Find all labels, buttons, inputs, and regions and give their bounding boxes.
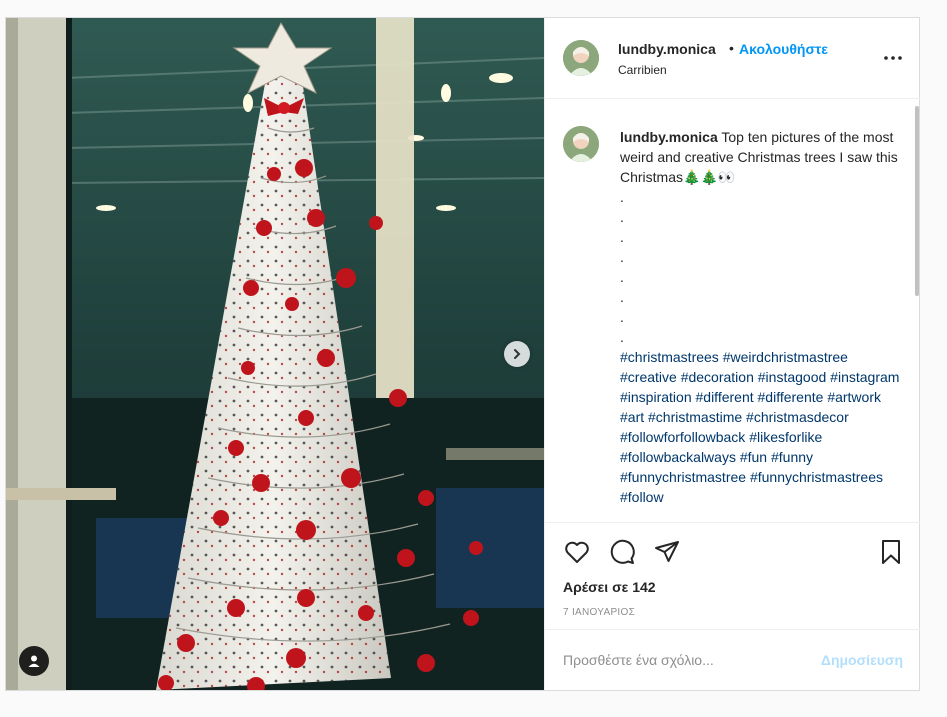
profile-photo-icon [563, 40, 599, 76]
caption-dot: . [620, 329, 624, 345]
hashtag-link[interactable]: #art [620, 409, 644, 425]
share-button[interactable] [653, 538, 681, 566]
hashtag-link[interactable]: #inspiration [620, 389, 692, 405]
hashtag-link[interactable]: #fun [740, 449, 767, 465]
hashtag-link[interactable]: #instagram [830, 369, 899, 385]
avatar[interactable] [563, 126, 599, 162]
separator-dot: • [729, 40, 734, 56]
comment-icon [610, 539, 635, 564]
hashtag-link[interactable]: #creative [620, 369, 677, 385]
comment-button[interactable] [608, 538, 636, 566]
post-photo[interactable] [6, 18, 544, 690]
hashtag-link[interactable]: #follow [620, 489, 664, 505]
hashtag-link[interactable]: #followforfollowback [620, 429, 745, 445]
username-link[interactable]: lundby.monica [618, 41, 716, 57]
hashtag-list: #christmastrees #weirdchristmastree #cre… [620, 347, 905, 507]
likes-count[interactable]: Αρέσει σε 142 [563, 579, 656, 595]
comment-box: Δημοσίευση [545, 629, 921, 690]
next-photo-button[interactable] [504, 341, 530, 367]
profile-photo-icon [563, 126, 599, 162]
follow-button[interactable]: Ακολουθήστε [739, 41, 828, 57]
hashtag-link[interactable]: #followbackalways [620, 449, 736, 465]
comment-input[interactable] [563, 648, 813, 672]
hashtag-link[interactable]: #christmastime [648, 409, 742, 425]
hashtag-link[interactable]: #differente [758, 389, 824, 405]
caption-dot: . [620, 249, 624, 265]
more-options-button[interactable] [881, 49, 905, 67]
post-header: lundby.monica • Ακολουθήστε Carribien [545, 18, 921, 99]
hashtag-link[interactable]: #christmastrees [620, 349, 719, 365]
hashtag-link[interactable]: #christmasdecor [746, 409, 849, 425]
christmas-tree-image [6, 18, 544, 690]
location-link[interactable]: Carribien [618, 63, 667, 77]
share-icon [655, 541, 679, 562]
like-button[interactable] [563, 538, 591, 566]
post-date[interactable]: 7 ΙΑΝΟΥΑΡΙΟΣ [563, 607, 635, 618]
caption-dots: ........ [620, 187, 905, 347]
hashtag-link[interactable]: #weirdchristmastree [723, 349, 848, 365]
hashtag-link[interactable]: #funnychristmastree [620, 469, 746, 485]
caption-dot: . [620, 229, 624, 245]
hashtag-link[interactable]: #different [696, 389, 754, 405]
bookmark-icon [882, 540, 900, 564]
user-tags-button[interactable] [19, 646, 49, 676]
hashtag-link[interactable]: #funny [771, 449, 813, 465]
caption-text: lundby.monica Top ten pictures of the mo… [620, 127, 905, 507]
caption-dot: . [620, 289, 624, 305]
publish-button[interactable]: Δημοσίευση [821, 652, 903, 668]
caption-dot: . [620, 309, 624, 325]
chevron-right-icon [514, 349, 521, 359]
caption-scrollbar[interactable] [915, 106, 919, 296]
caption-username[interactable]: lundby.monica [620, 129, 718, 145]
caption-area: lundby.monica Top ten pictures of the mo… [545, 100, 921, 522]
avatar[interactable] [563, 40, 599, 76]
caption-dot: . [620, 189, 624, 205]
hashtag-link[interactable]: #funnychristmastrees [750, 469, 883, 485]
hashtag-link[interactable]: #artwork [827, 389, 881, 405]
user-tag-icon [28, 655, 40, 667]
instagram-post: lundby.monica • Ακολουθήστε Carribien lu… [5, 17, 921, 691]
caption-dot: . [620, 209, 624, 225]
hashtag-link[interactable]: #likesforlike [749, 429, 822, 445]
more-options-icon [884, 56, 902, 60]
action-bar: Αρέσει σε 142 7 ΙΑΝΟΥΑΡΙΟΣ [545, 522, 921, 630]
hashtag-link[interactable]: #decoration [681, 369, 754, 385]
caption-dot: . [620, 269, 624, 285]
heart-icon [565, 541, 589, 563]
hashtag-link[interactable]: #instagood [758, 369, 827, 385]
post-side-panel: lundby.monica • Ακολουθήστε Carribien lu… [544, 18, 921, 690]
save-button[interactable] [877, 538, 905, 566]
